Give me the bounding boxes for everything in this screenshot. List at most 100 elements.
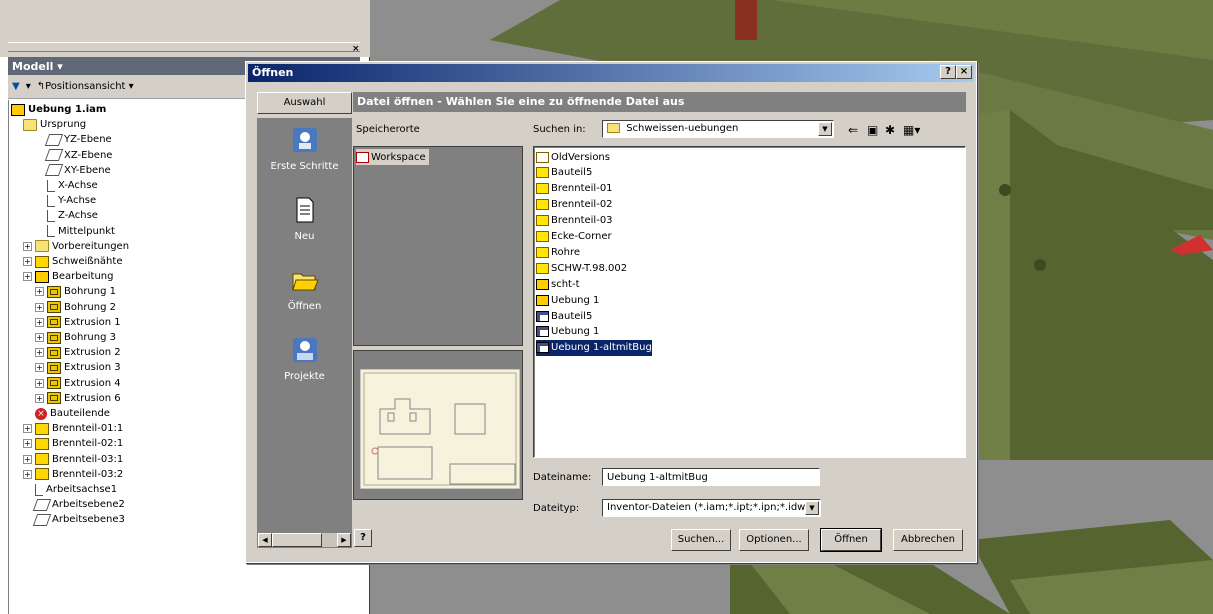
panel-close-icon[interactable]: × [352,44,360,54]
tree-item[interactable]: + Extrusion 3 [35,360,121,375]
file-item[interactable]: Uebung 1 [536,324,599,340]
scroll-thumb[interactable] [272,533,322,547]
tree-item[interactable]: +Z-Achse [35,208,98,223]
tree-item[interactable]: Uebung 1.iam [11,102,106,117]
side-item-new[interactable]: Neu [257,196,352,242]
prep-icon [35,240,49,253]
tree-item[interactable]: + Bohrung 1 [35,284,116,299]
locations-list[interactable]: Workspace [353,146,523,346]
location-workspace[interactable]: Workspace [356,149,429,165]
file-item[interactable]: Rohre [536,244,580,260]
hierarchy-icon[interactable]: ▾ [26,81,31,92]
expand-icon[interactable]: + [23,241,32,251]
tree-item[interactable]: + Extrusion 1 [35,315,121,330]
chevron-down-icon[interactable]: ▼ [805,501,819,515]
expand-icon[interactable]: + [35,317,44,327]
help-button[interactable]: ? [354,529,372,547]
tree-item[interactable]: +YZ-Ebene [35,132,112,147]
tree-item[interactable]: + Bohrung 3 [35,330,116,345]
tree-item[interactable]: +XY-Ebene [35,163,111,178]
filter-icon[interactable]: ▼ [12,81,20,92]
file-item[interactable]: Brennteil-03 [536,213,613,229]
auswahl-button[interactable]: Auswahl [257,92,352,114]
expand-icon[interactable]: + [23,257,32,266]
file-item[interactable]: Ecke-Corner [536,229,612,245]
expand-icon[interactable]: + [35,393,44,403]
side-item-getting-started[interactable]: Erste Schritte [257,126,352,172]
view-menu-icon[interactable]: ▦▾ [903,123,920,137]
locations-label: Speicherorte [356,124,420,135]
tree-item[interactable]: + Brennteil-01:1 [23,421,123,436]
file-item[interactable]: scht-t [536,276,580,292]
expand-icon[interactable]: + [23,454,32,464]
tree-item[interactable]: + Extrusion 6 [35,391,121,406]
back-icon[interactable]: ⇐ [848,123,858,137]
tree-item[interactable]: + Bearbeitung [23,269,113,284]
file-item[interactable]: OldVersions [536,149,610,165]
chevron-down-icon[interactable]: ▼ [818,122,832,136]
search-in-combo[interactable]: Schweissen-uebungen ▼ [602,120,834,138]
file-item[interactable]: Brennteil-01 [536,181,613,197]
expand-icon[interactable]: + [23,469,32,479]
scroll-right-button[interactable]: ▶ [337,533,351,547]
tree-item[interactable]: + Schweißnähte [23,254,122,269]
tree-item[interactable]: +Arbeitsebene2 [23,497,125,512]
point-icon [47,225,55,238]
tree-item[interactable]: + Vorbereitungen [23,239,129,254]
expand-icon[interactable]: + [35,348,44,358]
side-item-open[interactable]: Öffnen [257,266,352,312]
tree-item[interactable]: + Brennteil-02:1 [23,436,123,451]
filename-input[interactable] [602,468,820,486]
search-button[interactable]: Suchen... [671,529,731,551]
file-item[interactable]: Uebung 1-altmitBug [536,339,652,356]
tree-item-label: Brennteil-02:1 [52,438,124,450]
expand-icon[interactable]: + [23,272,32,282]
file-item[interactable]: Bauteil5 [536,165,592,181]
tree-item[interactable]: Ursprung [23,117,86,132]
file-name: Brennteil-02 [551,199,613,211]
close-button[interactable]: × [956,65,972,79]
options-button[interactable]: Optionen... [739,529,809,551]
file-item[interactable]: Bauteil5 [536,308,592,324]
up-folder-icon[interactable]: ▣ [867,123,878,137]
tree-item[interactable]: + Bohrung 2 [35,300,116,315]
expand-icon[interactable]: + [23,439,32,449]
side-scrollbar[interactable]: ◀ ▶ [257,532,352,548]
panel-grip[interactable] [8,42,360,52]
open-folder-icon [291,273,319,291]
cancel-button[interactable]: Abbrechen [893,529,963,551]
tree-item[interactable]: +Mittelpunkt [35,224,115,239]
expand-icon[interactable]: + [35,287,44,297]
side-bar: Erste Schritte Neu Öffnen Projekte [257,118,352,545]
tree-item[interactable]: +X-Achse [35,178,98,193]
expand-icon[interactable]: + [35,333,44,342]
tree-item-label: Arbeitsebene2 [52,499,125,511]
tree-item[interactable]: +Y-Achse [35,193,96,208]
filetype-select[interactable]: Inventor-Dateien (*.iam;*.ipt;*.ipn;*.id… [602,499,821,517]
expand-icon[interactable]: + [35,302,44,312]
view-selector[interactable]: ↰Positionsansicht ▾ [37,81,134,92]
tree-item[interactable]: + Brennteil-03:1 [23,452,123,467]
tree-item[interactable]: + Extrusion 4 [35,376,121,391]
dialog-title[interactable]: Öffnen [248,64,974,82]
new-folder-icon[interactable]: ✱ [885,123,895,137]
tree-item[interactable]: +Arbeitsachse1 [23,482,117,497]
tree-item[interactable]: + Brennteil-03:2 [23,467,123,482]
plane-icon [44,164,64,177]
open-button[interactable]: Öffnen [820,528,882,552]
tree-item[interactable]: + Extrusion 2 [35,345,121,360]
side-item-projects[interactable]: Projekte [257,336,352,382]
expand-icon[interactable]: + [35,378,44,388]
expand-icon[interactable]: + [35,363,44,373]
scroll-left-button[interactable]: ◀ [258,533,272,547]
expand-icon[interactable]: + [23,424,32,434]
file-list[interactable]: OldVersions Bauteil5 Brennteil-01 Brennteil… [533,146,966,458]
tree-item[interactable]: +XZ-Ebene [35,148,112,163]
file-item[interactable]: Brennteil-02 [536,197,613,213]
tree-item[interactable]: +Arbeitsebene3 [23,512,125,527]
help-title-button[interactable]: ? [940,65,956,79]
tree-item-label: Extrusion 2 [64,347,121,359]
file-item[interactable]: SCHW-T.98.002 [536,260,627,276]
file-item[interactable]: Uebung 1 [536,292,599,308]
tree-item[interactable]: +×Bauteilende [23,406,110,421]
